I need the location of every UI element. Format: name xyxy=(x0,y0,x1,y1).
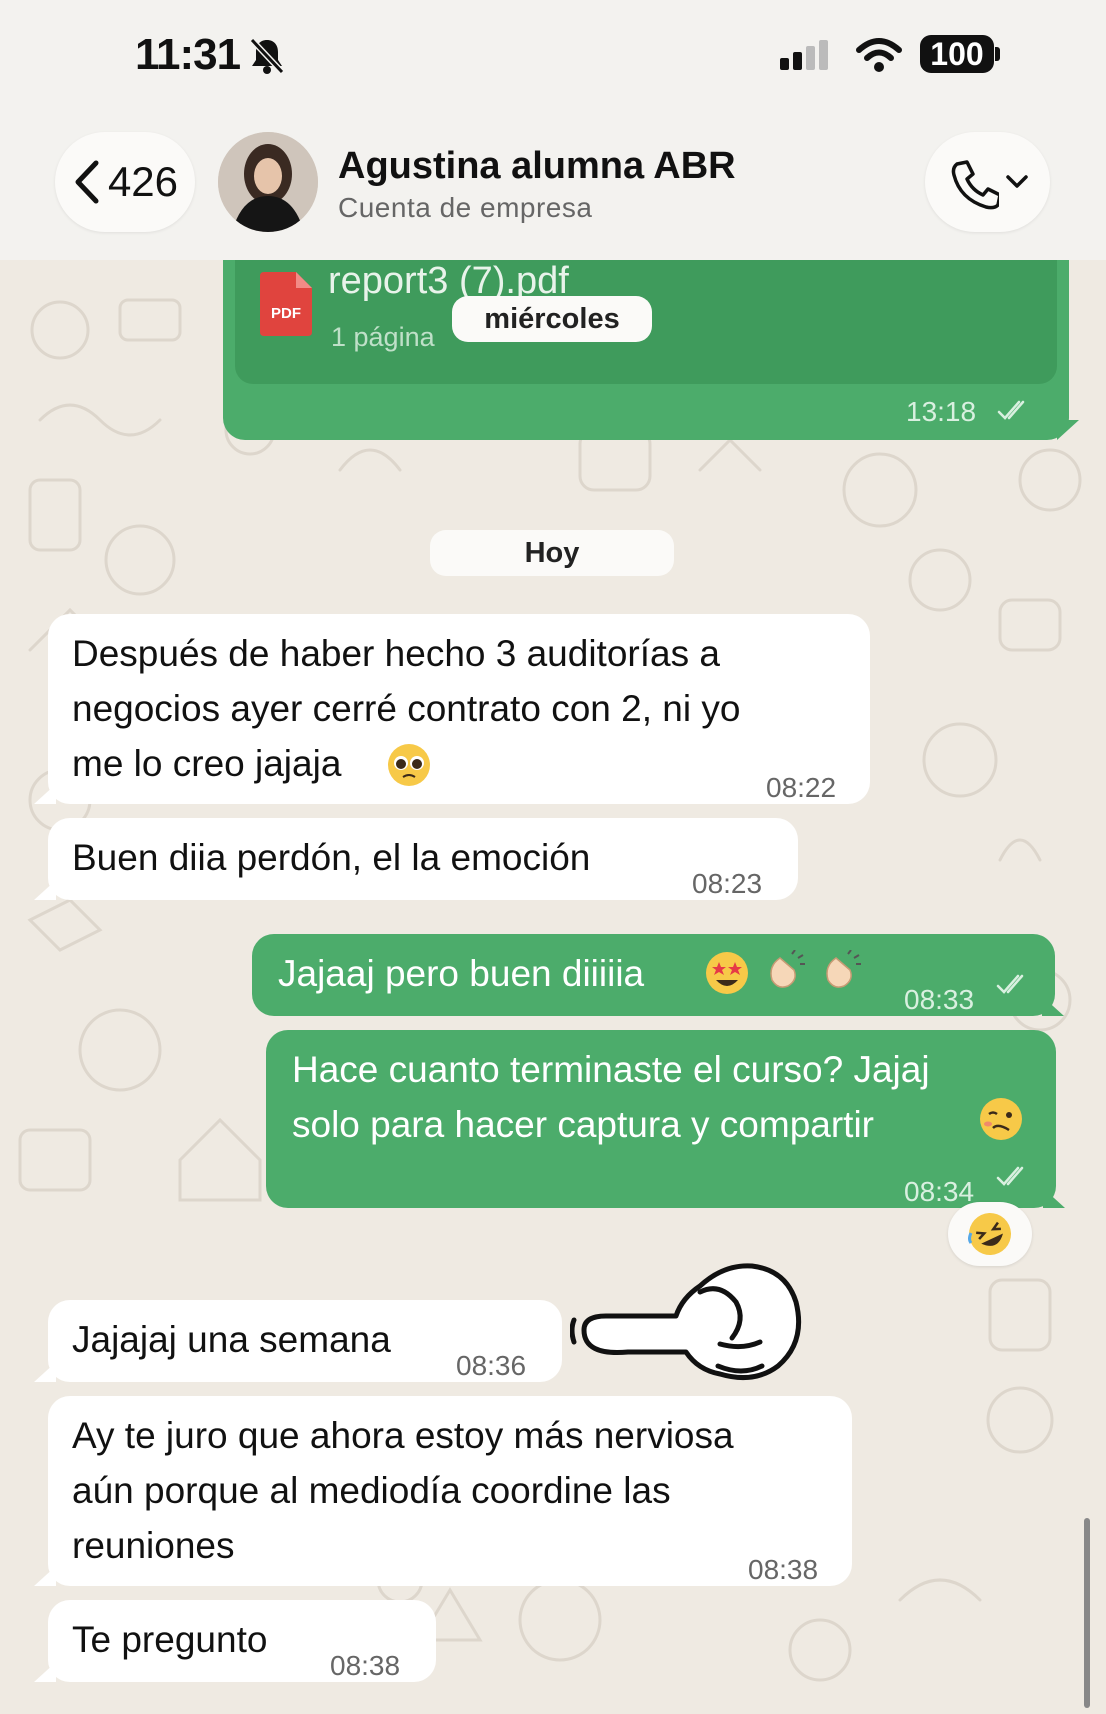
rolling-on-floor-laughing-emoji xyxy=(968,1213,1011,1255)
message-text: Hace cuanto terminaste el curso? Jajaj s… xyxy=(292,1049,930,1145)
cellular-signal-icon xyxy=(780,40,828,70)
bubble-tail xyxy=(34,1566,56,1586)
call-button[interactable] xyxy=(925,132,1050,232)
scrollbar[interactable] xyxy=(1084,1518,1090,1708)
message-outgoing[interactable]: Jajaaj pero buen diiiiia 08:33 xyxy=(252,934,1064,1016)
battery-tip xyxy=(995,47,1000,61)
message-outgoing[interactable]: Hace cuanto terminaste el curso? Jajaj s… xyxy=(266,1030,1065,1208)
message-incoming[interactable]: Después de haber hecho 3 auditorías a ne… xyxy=(34,614,870,804)
wifi-icon xyxy=(856,38,902,72)
bubble-tail xyxy=(1057,420,1079,440)
message-text: Jajaaj pero buen diiiiia xyxy=(278,953,645,994)
bubble-tail xyxy=(34,880,56,900)
contact-name[interactable]: Agustina alumna ABR xyxy=(338,145,736,188)
message-incoming[interactable]: Buen diia perdón, el la emoción 08:23 xyxy=(34,818,798,900)
contact-subtitle: Cuenta de empresa xyxy=(338,192,593,223)
message-time: 08:36 xyxy=(456,1350,527,1381)
bubble-tail xyxy=(34,1662,56,1682)
message-time: 13:18 xyxy=(906,396,977,427)
date-separator-today: Hoy xyxy=(430,530,674,576)
message-text: Te pregunto xyxy=(72,1619,268,1660)
star-struck-emoji xyxy=(706,952,748,994)
message-text: Jajajaj una semana xyxy=(72,1319,391,1360)
message-time: 08:38 xyxy=(330,1650,401,1681)
message-time: 08:23 xyxy=(692,868,763,899)
clapping-hands-emoji xyxy=(826,950,861,988)
floating-date-pill: miércoles xyxy=(452,296,652,342)
status-bar: 11:31 100 xyxy=(0,0,1106,110)
woozy-face-emoji xyxy=(980,1098,1022,1140)
pleading-face-emoji xyxy=(388,744,430,786)
message-text: Buen diia perdón, el la emoción xyxy=(72,837,591,878)
bubble-tail xyxy=(1042,996,1064,1016)
back-button[interactable]: 426 xyxy=(55,132,195,232)
pointing-hand-sticker xyxy=(570,1263,802,1381)
pdf-file-icon: PDF xyxy=(260,272,312,336)
read-receipt-icon xyxy=(997,400,1025,420)
svg-text:PDF: PDF xyxy=(271,305,301,322)
avatar-photo xyxy=(218,132,318,232)
bubble-tail xyxy=(34,784,56,804)
status-time: 11:31 xyxy=(135,30,241,79)
message-time: 08:33 xyxy=(904,984,975,1015)
bell-muted-icon xyxy=(249,37,285,75)
document-meta: 1 página xyxy=(331,322,435,352)
read-receipt-icon xyxy=(996,974,1024,994)
message-reaction[interactable] xyxy=(948,1202,1032,1266)
chevron-down-icon xyxy=(1006,175,1028,188)
message-incoming[interactable]: Jajajaj una semana 08:36 xyxy=(34,1300,562,1382)
contact-avatar[interactable] xyxy=(218,132,318,232)
clapping-hands-emoji xyxy=(770,950,805,988)
message-incoming[interactable]: Te pregunto 08:38 xyxy=(34,1600,436,1682)
chevron-left-icon xyxy=(75,160,99,204)
message-time: 08:22 xyxy=(766,772,837,803)
message-incoming[interactable]: Ay te juro que ahora estoy más nerviosa … xyxy=(34,1396,852,1586)
message-time: 08:38 xyxy=(748,1554,819,1585)
message-text: Ay te juro que ahora estoy más nerviosa … xyxy=(72,1415,734,1566)
bubble-tail xyxy=(34,1362,56,1382)
bubble-tail xyxy=(1043,1188,1065,1208)
phone-icon xyxy=(951,160,999,210)
read-receipt-icon xyxy=(996,1166,1024,1186)
unread-count: 426 xyxy=(107,158,179,205)
chat-header: 426 Agustina alumna ABR Cuenta de empres… xyxy=(0,110,1106,260)
battery-indicator: 100 xyxy=(920,35,994,73)
document-message[interactable]: PDF report3 (7).pdf 1 página 13:18 xyxy=(223,260,1079,440)
